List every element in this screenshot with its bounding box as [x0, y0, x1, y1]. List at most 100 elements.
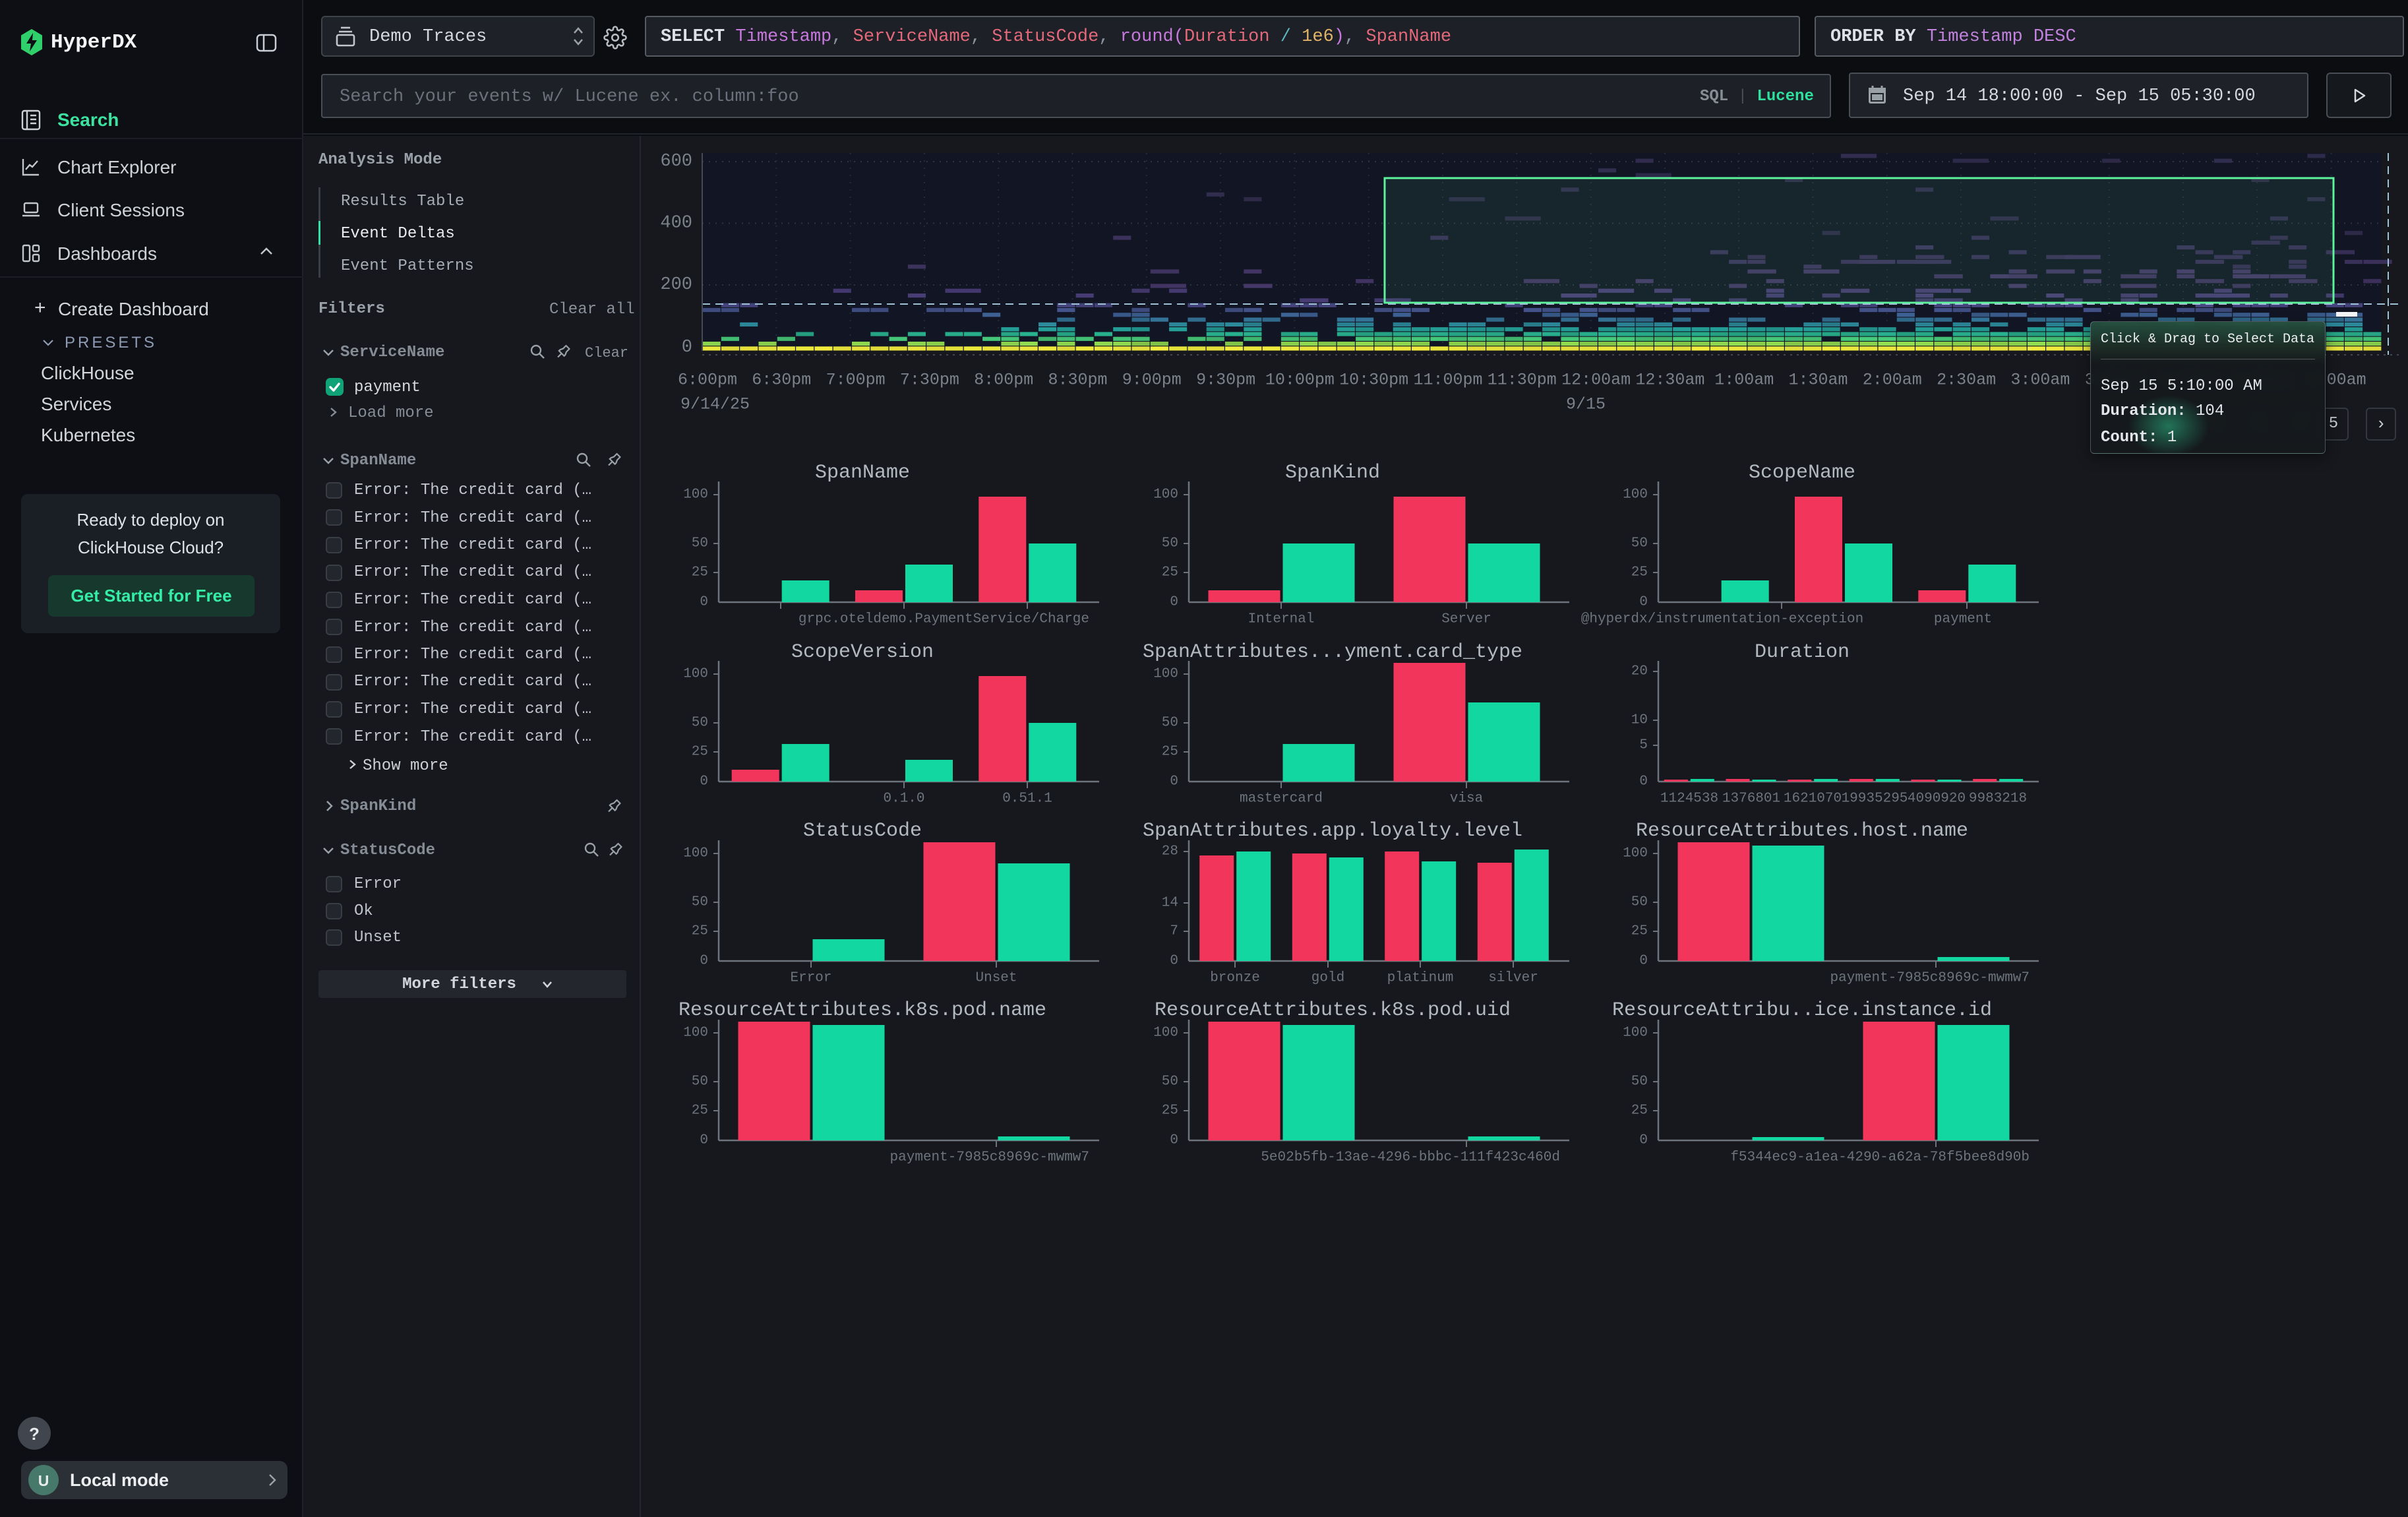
svg-text:9983218: 9983218	[1969, 791, 2027, 807]
svg-text:50: 50	[1631, 1074, 1648, 1090]
svg-text:SpanAttributes.app.loyalty.lev: SpanAttributes.app.loyalty.level	[1143, 820, 1522, 842]
svg-text:0: 0	[700, 954, 708, 969]
svg-text:25: 25	[692, 745, 708, 760]
svg-text:12:30am: 12:30am	[1635, 371, 1704, 390]
svg-text:50: 50	[692, 895, 708, 910]
svg-text:25: 25	[1162, 565, 1178, 580]
svg-text:6:30pm: 6:30pm	[752, 371, 811, 390]
svg-text:ResourceAttribu..ice.instance.: ResourceAttribu..ice.instance.id	[1612, 999, 1992, 1022]
svg-text:3:00am: 3:00am	[2010, 371, 2070, 390]
svg-text:50: 50	[692, 716, 708, 731]
svg-text:0: 0	[1639, 595, 1648, 610]
svg-text:visa: visa	[1450, 791, 1483, 807]
svg-text:gold: gold	[1311, 971, 1344, 986]
svg-text:20: 20	[1631, 664, 1648, 679]
svg-text:1621070: 1621070	[1784, 791, 1842, 807]
svg-text:2:30am: 2:30am	[1937, 371, 1996, 390]
svg-text:50: 50	[1631, 536, 1648, 551]
svg-text:25: 25	[692, 924, 708, 939]
svg-text:25: 25	[1631, 924, 1648, 939]
svg-text:9:00pm: 9:00pm	[1122, 371, 1182, 390]
svg-text:payment-7985c8969c-mwmw7: payment-7985c8969c-mwmw7	[1830, 971, 2030, 986]
svg-text:0: 0	[700, 1133, 708, 1148]
svg-text:grpc.oteldemo.PaymentService/C: grpc.oteldemo.PaymentService/Charge	[798, 612, 1089, 627]
svg-text:1376801: 1376801	[1722, 791, 1780, 807]
svg-text:SpanName: SpanName	[815, 462, 910, 484]
svg-text:Internal: Internal	[1248, 612, 1315, 627]
svg-text:50: 50	[692, 1074, 708, 1090]
svg-text:0: 0	[1639, 954, 1648, 969]
svg-text:Unset: Unset	[975, 971, 1017, 986]
svg-text:19935295: 19935295	[1842, 791, 1908, 807]
svg-text:payment-7985c8969c-mwmw7: payment-7985c8969c-mwmw7	[890, 1150, 1089, 1165]
svg-text:10:30pm: 10:30pm	[1339, 371, 1408, 390]
svg-text:7: 7	[1170, 924, 1178, 939]
svg-text:Duration: Duration	[1755, 641, 1850, 664]
svg-text:0: 0	[700, 774, 708, 789]
svg-text:100: 100	[1623, 487, 1648, 503]
svg-text:0.51.1: 0.51.1	[1002, 791, 1052, 807]
svg-text:100: 100	[683, 1026, 708, 1041]
svg-text:25: 25	[1631, 565, 1648, 580]
svg-text:f5344ec9-a1ea-4290-a62a-78f5be: f5344ec9-a1ea-4290-a62a-78f5bee8d90b	[1730, 1150, 2030, 1165]
svg-text:11:30pm: 11:30pm	[1488, 371, 1557, 390]
svg-text:25: 25	[1162, 745, 1178, 760]
svg-text:0: 0	[1639, 774, 1648, 789]
svg-text:SpanAttributes...yment.card_ty: SpanAttributes...yment.card_type	[1143, 641, 1522, 664]
svg-text:StatusCode: StatusCode	[803, 820, 922, 842]
svg-text:0: 0	[682, 338, 692, 357]
svg-text:9/14/25: 9/14/25	[680, 395, 750, 414]
svg-text:5: 5	[1639, 738, 1648, 753]
svg-text:50: 50	[1162, 536, 1178, 551]
svg-text:25: 25	[692, 1103, 708, 1119]
svg-text:ScopeName: ScopeName	[1749, 462, 1855, 484]
svg-text:2:00am: 2:00am	[1863, 371, 1922, 390]
svg-text:platinum: platinum	[1387, 971, 1454, 986]
svg-text:8:00pm: 8:00pm	[974, 371, 1033, 390]
svg-text:100: 100	[1623, 1026, 1648, 1041]
svg-text:14: 14	[1162, 896, 1178, 911]
svg-text:10:00pm: 10:00pm	[1265, 371, 1335, 390]
svg-text:mastercard: mastercard	[1240, 791, 1323, 807]
svg-text:8:30pm: 8:30pm	[1048, 371, 1107, 390]
svg-text:4090920: 4090920	[1908, 791, 1966, 807]
svg-text:9/15: 9/15	[1566, 395, 1606, 414]
svg-text:payment: payment	[1934, 612, 1992, 627]
svg-text:25: 25	[692, 565, 708, 580]
svg-text:10: 10	[1631, 713, 1648, 728]
svg-text:1:30am: 1:30am	[1788, 371, 1848, 390]
svg-text:25: 25	[1162, 1103, 1178, 1119]
svg-text:7:30pm: 7:30pm	[900, 371, 959, 390]
svg-text:600: 600	[660, 152, 692, 171]
svg-text:400: 400	[660, 214, 692, 233]
svg-text:9:30pm: 9:30pm	[1196, 371, 1255, 390]
svg-text:7:00pm: 7:00pm	[826, 371, 886, 390]
svg-text:100: 100	[1153, 667, 1178, 682]
svg-text:ScopeVersion: ScopeVersion	[791, 641, 934, 664]
svg-text:ResourceAttributes.host.name: ResourceAttributes.host.name	[1636, 820, 1968, 842]
svg-text:1:00am: 1:00am	[1714, 371, 1774, 390]
svg-text:silver: silver	[1488, 971, 1538, 986]
svg-text:50: 50	[1162, 1074, 1178, 1090]
svg-text:ResourceAttributes.k8s.pod.nam: ResourceAttributes.k8s.pod.name	[678, 999, 1046, 1022]
svg-text:100: 100	[1623, 846, 1648, 861]
svg-text:0.1.0: 0.1.0	[883, 791, 924, 807]
svg-text:0: 0	[700, 595, 708, 610]
svg-text:ResourceAttributes.k8s.pod.uid: ResourceAttributes.k8s.pod.uid	[1155, 999, 1511, 1022]
svg-text:1124538: 1124538	[1660, 791, 1718, 807]
svg-text:SpanKind: SpanKind	[1285, 462, 1380, 484]
svg-text:200: 200	[660, 275, 692, 295]
svg-text:28: 28	[1162, 844, 1178, 859]
svg-text:Error: Error	[790, 971, 831, 986]
svg-text:100: 100	[1153, 487, 1178, 503]
svg-text:5e02b5fb-13ae-4296-bbbc-111f42: 5e02b5fb-13ae-4296-bbbc-111f423c460d	[1261, 1150, 1560, 1165]
svg-text:0: 0	[1170, 774, 1178, 789]
svg-text:50: 50	[692, 536, 708, 551]
svg-text:50: 50	[1162, 716, 1178, 731]
svg-text:100: 100	[683, 667, 708, 682]
svg-text:100: 100	[1153, 1026, 1178, 1041]
svg-text:12:00am: 12:00am	[1561, 371, 1631, 390]
svg-text:Server: Server	[1441, 612, 1491, 627]
svg-text:0: 0	[1170, 1133, 1178, 1148]
svg-text:0: 0	[1639, 1133, 1648, 1148]
